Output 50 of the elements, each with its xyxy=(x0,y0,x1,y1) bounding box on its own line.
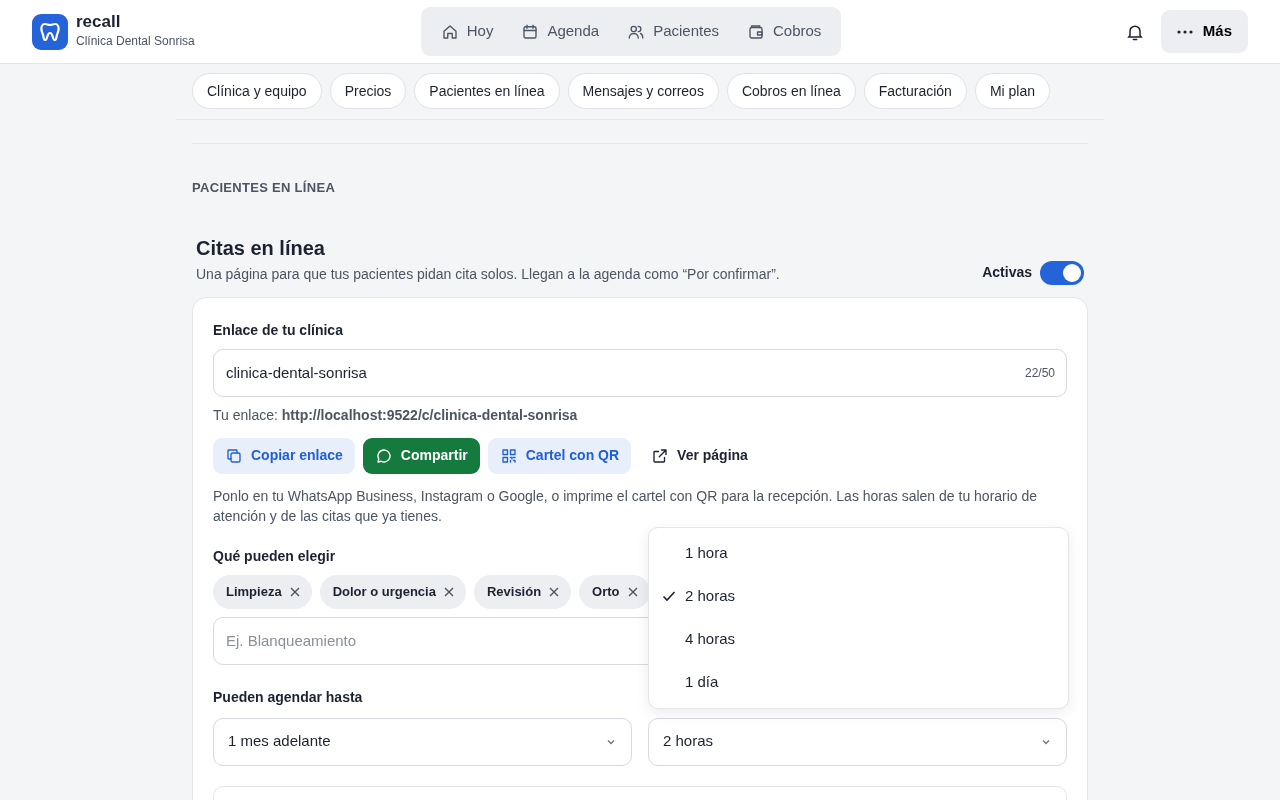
section-description: Una página para que tus pacientes pidan cita solos. Llegan a la agenda como “Por confirmar”. xyxy=(196,264,780,284)
chat-bubble-icon xyxy=(374,446,393,465)
toggle-switch[interactable] xyxy=(1040,260,1084,285)
help-text: Ponlo en tu WhatsApp Business, Instagram o Google, o imprime el cartel con QR para la recepción. Las horas salen de tu horario de atención y de las citas que ya tienes. xyxy=(213,486,1039,526)
service-chip: Revisión xyxy=(473,574,572,609)
section-label: PACIENTES EN LÍNEA xyxy=(192,179,337,197)
remove-icon[interactable] xyxy=(289,586,300,597)
service-chip: Dolor o urgencia xyxy=(319,574,466,609)
toggle-label: Activas xyxy=(982,263,1032,282)
action-button[interactable]: Copiar enlace xyxy=(213,437,355,474)
nav-tab[interactable]: Hoy xyxy=(428,12,506,51)
app-name: recall xyxy=(76,13,122,32)
settings-tab[interactable]: Precios xyxy=(329,73,407,109)
section-heading: Citas en línea xyxy=(196,235,326,260)
menu-option[interactable]: 4 horas xyxy=(649,617,1068,661)
remove-icon[interactable] xyxy=(443,586,454,597)
remove-icon[interactable] xyxy=(627,586,638,597)
link-text: Tu enlace: http://localhost:9522/c/clinica-dental-sonrisa xyxy=(213,405,579,425)
field-label: Enlace de tu clínica xyxy=(213,320,343,340)
settings-tab[interactable]: Cobros en línea xyxy=(726,73,856,109)
menu-option[interactable]: 1 hora xyxy=(649,531,1068,575)
clinic-name: Clínica Dental Sonrisa xyxy=(76,32,195,50)
copy-icon xyxy=(225,446,243,465)
horizon-select[interactable]: 1 mes adelante xyxy=(213,717,632,766)
settings-tab[interactable]: Mi plan xyxy=(974,73,1051,109)
settings-tab[interactable]: Mensajes y correos xyxy=(567,73,719,109)
more-icon xyxy=(1176,29,1193,34)
character-counter: 22/50 xyxy=(1024,364,1055,381)
action-button[interactable]: Compartir xyxy=(362,437,480,474)
nav-tab[interactable]: Cobros xyxy=(735,12,834,51)
settings-tab[interactable]: Pacientes en línea xyxy=(414,73,560,109)
view-page-link[interactable]: Ver página xyxy=(639,437,760,474)
qr-code-icon xyxy=(499,446,518,465)
service-chip: Orto xyxy=(579,574,650,609)
service-chip: Limpieza xyxy=(213,574,312,609)
field-label: Pueden agendar hasta xyxy=(213,687,363,707)
nav-tab[interactable]: Pacientes xyxy=(615,12,731,51)
action-button[interactable]: Cartel con QR xyxy=(487,437,632,474)
field-label: Qué pueden elegir xyxy=(213,546,336,566)
settings-tab[interactable]: Clínica y equipo xyxy=(192,73,322,109)
calendar-icon xyxy=(521,22,540,41)
wallet-icon xyxy=(747,22,765,41)
nav-tab[interactable]: Agenda xyxy=(509,12,612,51)
remove-icon[interactable] xyxy=(549,586,560,597)
external-link-icon xyxy=(651,446,670,465)
menu-option[interactable]: 2 horas xyxy=(649,574,1068,618)
app-logo xyxy=(32,13,68,50)
settings-tab[interactable]: Facturación xyxy=(863,73,967,109)
more-button[interactable]: Más xyxy=(1160,10,1248,53)
notice-select[interactable]: 2 horas xyxy=(648,717,1067,766)
